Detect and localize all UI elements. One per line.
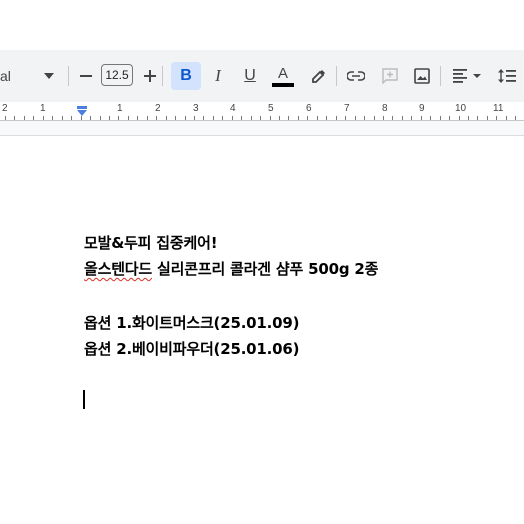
insert-image-icon[interactable]: [410, 64, 434, 88]
ruler-tick: [468, 116, 469, 120]
ruler-tick: [355, 116, 356, 120]
ruler-tick: [411, 116, 412, 120]
ruler-tick: [279, 116, 280, 120]
ruler-tick: [336, 116, 337, 120]
text-color-swatch: [272, 82, 294, 87]
ruler-tick: [496, 116, 497, 120]
ruler-number: 2: [2, 103, 8, 114]
toolbar-divider: [162, 66, 163, 86]
ruler-tick: [317, 116, 318, 120]
ruler-tick: [345, 116, 346, 120]
underline-button[interactable]: U: [238, 64, 262, 88]
ruler-tick: [392, 116, 393, 120]
ruler-tick: [52, 116, 53, 120]
toolbar-divider: [440, 66, 441, 86]
ruler-tick: [364, 116, 365, 120]
ruler-tick: [109, 116, 110, 120]
ruler-tick: [62, 116, 63, 120]
ruler-tick: [100, 116, 101, 120]
ruler-tick: [270, 116, 271, 120]
toolbar-divider: [68, 66, 69, 86]
ruler-tick: [232, 116, 233, 120]
ruler-number: 3: [193, 103, 199, 114]
document-line-2[interactable]: 올스텐다드 실리콘프리 콜라겐 샴푸 500g 2종: [84, 258, 378, 279]
ruler-tick: [185, 116, 186, 120]
toolbar: al 12.5 B I U A: [0, 50, 524, 102]
ruler-tick: [43, 116, 44, 120]
text-color-label: A: [277, 64, 288, 82]
font-family-select[interactable]: al: [0, 64, 40, 88]
ruler-number: 7: [344, 103, 350, 114]
toolbar-divider: [336, 66, 337, 86]
ruler-tick: [71, 116, 72, 120]
ruler-tick: [459, 116, 460, 120]
ruler-tick: [477, 116, 478, 120]
indent-marker[interactable]: [77, 106, 87, 118]
ruler-number: 2: [155, 103, 161, 114]
ruler-tick: [222, 116, 223, 120]
bold-button[interactable]: B: [171, 62, 201, 90]
ruler-tick: [203, 116, 204, 120]
ruler-tick: [194, 116, 195, 120]
ruler-number: 1: [40, 103, 46, 114]
misspelled-word[interactable]: 올스텐다드: [84, 260, 152, 278]
ruler-tick: [374, 116, 375, 120]
page-margin-strip: [0, 121, 524, 136]
font-size-input[interactable]: 12.5: [101, 64, 133, 86]
ruler-tick: [421, 116, 422, 120]
text-color-button[interactable]: A: [270, 64, 296, 88]
ruler-tick: [487, 116, 488, 120]
chevron-down-icon[interactable]: [40, 64, 58, 88]
ruler-tick: [383, 116, 384, 120]
ruler-tick: [118, 116, 119, 120]
ruler-number: 5: [268, 103, 274, 114]
ruler-tick: [156, 116, 157, 120]
ruler-number: 9: [419, 103, 425, 114]
ruler-tick: [298, 116, 299, 120]
ruler-tick: [128, 116, 129, 120]
ruler-tick: [90, 116, 91, 120]
ruler-number: 4: [230, 103, 236, 114]
ruler-tick: [24, 116, 25, 120]
ruler-tick: [137, 116, 138, 120]
ruler-tick: [440, 116, 441, 120]
ruler-tick: [402, 116, 403, 120]
ruler-tick: [449, 116, 450, 120]
ruler-number: 1: [117, 103, 123, 114]
text-cursor: [83, 390, 85, 409]
ruler-tick: [166, 116, 167, 120]
ruler-number: 8: [382, 103, 388, 114]
ruler-tick: [5, 116, 6, 120]
ruler-tick: [260, 116, 261, 120]
ruler-tick: [288, 116, 289, 120]
italic-button[interactable]: I: [206, 64, 230, 88]
ruler-number: 6: [306, 103, 312, 114]
ruler-tick: [515, 116, 516, 120]
ruler-tick: [147, 116, 148, 120]
document-line-4[interactable]: 옵션 2.베이비파우더(25.01.06): [84, 338, 299, 359]
ruler-tick: [307, 116, 308, 120]
ruler-number: 11: [493, 103, 504, 114]
align-left-icon[interactable]: [450, 64, 486, 88]
ruler-tick: [175, 116, 176, 120]
ruler-tick: [213, 116, 214, 120]
line-spacing-icon[interactable]: [494, 64, 520, 88]
ruler-tick: [251, 116, 252, 120]
ruler-tick: [14, 116, 15, 120]
ruler-tick: [326, 116, 327, 120]
ruler-tick: [506, 116, 507, 120]
document-line-2-rest: 실리콘프리 콜라겐 샴푸 500g 2종: [152, 260, 379, 278]
add-comment-icon[interactable]: [378, 64, 402, 88]
ruler-tick: [430, 116, 431, 120]
ruler-tick: [33, 116, 34, 120]
link-icon[interactable]: [344, 64, 368, 88]
document-line-3[interactable]: 옵션 1.화이트머스크(25.01.09): [84, 312, 299, 333]
minus-icon[interactable]: [76, 64, 96, 88]
plus-icon[interactable]: [140, 64, 160, 88]
ruler-tick: [241, 116, 242, 120]
highlighter-icon[interactable]: [306, 64, 330, 88]
ruler-number: 10: [455, 103, 467, 114]
document-line-1[interactable]: 모발&두피 집중케어!: [84, 232, 218, 253]
